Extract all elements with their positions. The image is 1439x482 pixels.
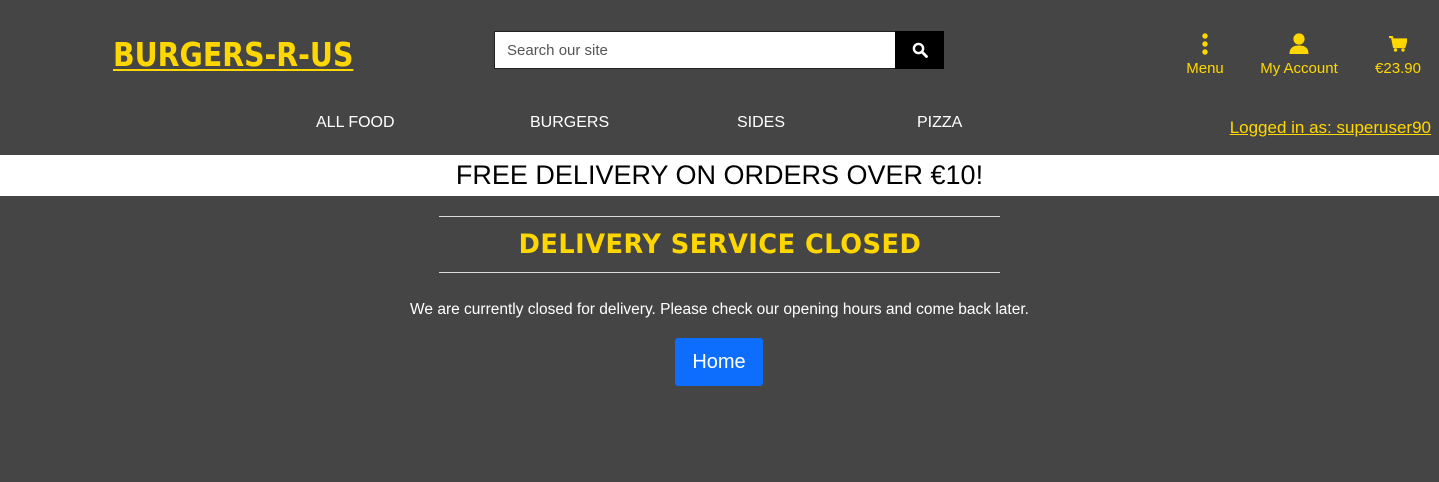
site-logo[interactable]: BURGERS-R-US	[113, 35, 353, 74]
cart-icon	[1389, 33, 1407, 55]
nav-all-food[interactable]: ALL FOOD	[316, 114, 395, 132]
search-button[interactable]	[895, 31, 944, 69]
cart-link[interactable]: €23.90	[1371, 33, 1425, 77]
main-nav: ALL FOOD BURGERS SIDES PIZZA	[0, 114, 1439, 134]
site-header: BURGERS-R-US Menu My Account	[0, 0, 1439, 155]
search-form	[494, 31, 944, 69]
nav-burgers[interactable]: BURGERS	[530, 114, 609, 132]
search-icon	[912, 42, 928, 58]
my-account-link[interactable]: My Account	[1255, 33, 1343, 77]
nav-sides[interactable]: SIDES	[737, 114, 785, 132]
page-title: DELIVERY SERVICE CLOSED	[518, 229, 921, 260]
menu-dots-icon	[1202, 33, 1208, 55]
title-container: DELIVERY SERVICE CLOSED	[439, 216, 1000, 273]
home-button[interactable]: Home	[675, 338, 763, 386]
closed-message: We are currently closed for delivery. Pl…	[410, 301, 1029, 318]
menu-label: Menu	[1186, 60, 1224, 77]
search-input[interactable]	[494, 31, 895, 69]
delivery-banner: FREE DELIVERY ON ORDERS OVER €10!	[0, 155, 1439, 196]
my-account-label: My Account	[1260, 60, 1338, 77]
nav-pizza[interactable]: PIZZA	[917, 114, 962, 132]
cart-total: €23.90	[1375, 60, 1421, 77]
logged-in-user-link[interactable]: Logged in as: superuser90	[1230, 118, 1431, 138]
user-icon	[1289, 33, 1309, 55]
menu-toggle[interactable]: Menu	[1183, 33, 1227, 77]
